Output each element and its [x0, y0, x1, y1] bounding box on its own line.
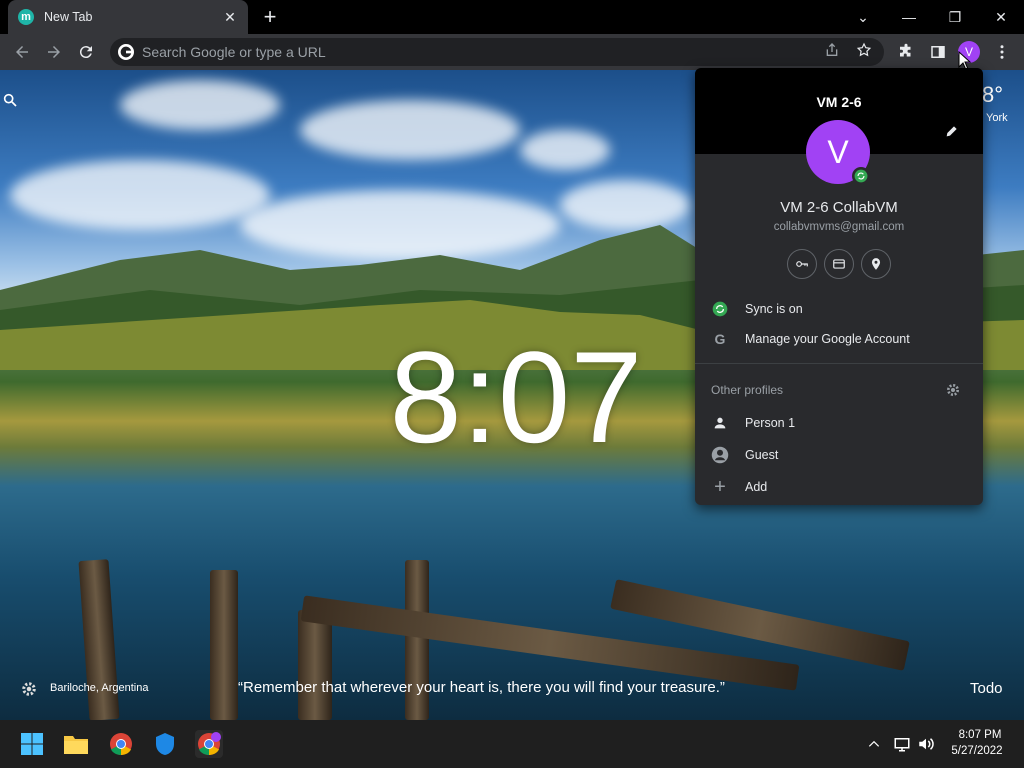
- sync-status-row[interactable]: Sync is on: [695, 294, 983, 324]
- title-bar: m New Tab ✕ + ⌄ — ❐ ✕: [0, 0, 1024, 34]
- bookmark-star-icon[interactable]: [856, 42, 876, 63]
- profile-row-person-1[interactable]: Person 1: [695, 408, 983, 438]
- other-profiles-heading: Other profiles: [711, 383, 784, 397]
- file-explorer-icon[interactable]: [62, 730, 90, 758]
- chrome-profile-taskbar-icon[interactable]: [195, 730, 223, 758]
- profile-label: Person 1: [745, 416, 796, 430]
- add-profile-row[interactable]: + Add: [695, 472, 983, 502]
- taskbar-time[interactable]: 8:07 PM: [950, 729, 1010, 741]
- minimize-button[interactable]: —: [886, 0, 932, 34]
- tab-title: New Tab: [44, 10, 93, 24]
- todo-link[interactable]: Todo: [970, 680, 1003, 697]
- new-tab-button[interactable]: +: [258, 4, 282, 29]
- menu-divider: [695, 363, 983, 364]
- sync-badge-icon: [852, 167, 870, 185]
- wooden-post: [405, 560, 429, 720]
- manage-google-account-label: Manage your Google Account: [745, 332, 910, 346]
- windows-security-shield-icon[interactable]: [151, 730, 179, 758]
- weather-city: York: [986, 112, 1008, 124]
- profile-label: Guest: [745, 448, 779, 462]
- profile-menu: VM 2-6 V VM 2-6 CollabVM collabvmvms@gma…: [695, 68, 983, 505]
- browser-toolbar: Search Google or type a URL V: [0, 34, 1024, 71]
- profile-full-name: VM 2-6 CollabVM: [780, 199, 898, 216]
- payment-methods-button[interactable]: [824, 249, 854, 279]
- search-icon[interactable]: [2, 92, 18, 108]
- manage-google-account-row[interactable]: G Manage your Google Account: [695, 324, 983, 354]
- profile-email: collabvmvms@gmail.com: [773, 221, 905, 233]
- key-icon: [796, 261, 808, 267]
- tab-close-icon[interactable]: ✕: [222, 9, 238, 25]
- google-g-icon: G: [714, 331, 726, 347]
- share-icon[interactable]: [824, 42, 844, 63]
- daily-quote: “Remember that wherever your heart is, t…: [238, 679, 725, 696]
- forward-arrow-icon[interactable]: [42, 40, 66, 64]
- windows-start-icon[interactable]: [18, 730, 46, 758]
- sync-status-label: Sync is on: [745, 302, 803, 316]
- plus-icon: +: [714, 475, 726, 498]
- restore-button[interactable]: ❐: [932, 0, 978, 34]
- cloud-shape: [120, 80, 280, 130]
- wallpaper-clock: 8:07: [389, 324, 643, 470]
- show-hidden-icons-chevron-up-icon[interactable]: [860, 730, 888, 758]
- photo-location[interactable]: Bariloche, Argentina: [50, 682, 148, 694]
- extensions-puzzle-icon[interactable]: [894, 40, 918, 64]
- guest-avatar-icon: [711, 446, 729, 464]
- tab-new-tab[interactable]: m New Tab ✕: [8, 0, 248, 34]
- close-window-button[interactable]: ✕: [978, 0, 1024, 34]
- wooden-post: [298, 610, 332, 720]
- wooden-post: [210, 570, 238, 720]
- tab-favicon-icon: m: [18, 9, 34, 25]
- location-pin-icon: [871, 258, 881, 270]
- credit-card-icon: [833, 259, 845, 269]
- weather-temperature[interactable]: 8°: [982, 82, 1003, 108]
- passwords-key-button[interactable]: [787, 249, 817, 279]
- cloud-shape: [520, 130, 610, 170]
- side-panel-icon[interactable]: [926, 40, 950, 64]
- pencil-edit-icon[interactable]: [944, 123, 960, 139]
- tab-search-chevron-down-icon[interactable]: ⌄: [840, 0, 886, 34]
- omnibox-placeholder: Search Google or type a URL: [142, 44, 326, 60]
- omnibox[interactable]: Search Google or type a URL: [110, 38, 884, 66]
- volume-icon[interactable]: [912, 730, 940, 758]
- sync-icon: [711, 300, 729, 318]
- addresses-button[interactable]: [861, 249, 891, 279]
- gear-icon[interactable]: [20, 680, 38, 698]
- wooden-post: [78, 559, 120, 720]
- profile-label: Add: [745, 480, 768, 494]
- reload-icon[interactable]: [74, 40, 98, 64]
- taskbar: 8:07 PM 5/27/2022: [0, 720, 1024, 768]
- chrome-icon[interactable]: [107, 730, 135, 758]
- taskbar-date[interactable]: 5/27/2022: [944, 745, 1010, 757]
- back-arrow-icon[interactable]: [10, 40, 34, 64]
- profile-header-name: VM 2-6: [816, 94, 862, 110]
- manage-profiles-gear-icon[interactable]: [945, 382, 961, 398]
- profile-row-guest[interactable]: Guest: [695, 440, 983, 470]
- chrome-menu-icon[interactable]: [990, 40, 1014, 64]
- person-icon: [711, 414, 729, 432]
- google-g-icon: [118, 44, 134, 60]
- cloud-shape: [300, 100, 520, 160]
